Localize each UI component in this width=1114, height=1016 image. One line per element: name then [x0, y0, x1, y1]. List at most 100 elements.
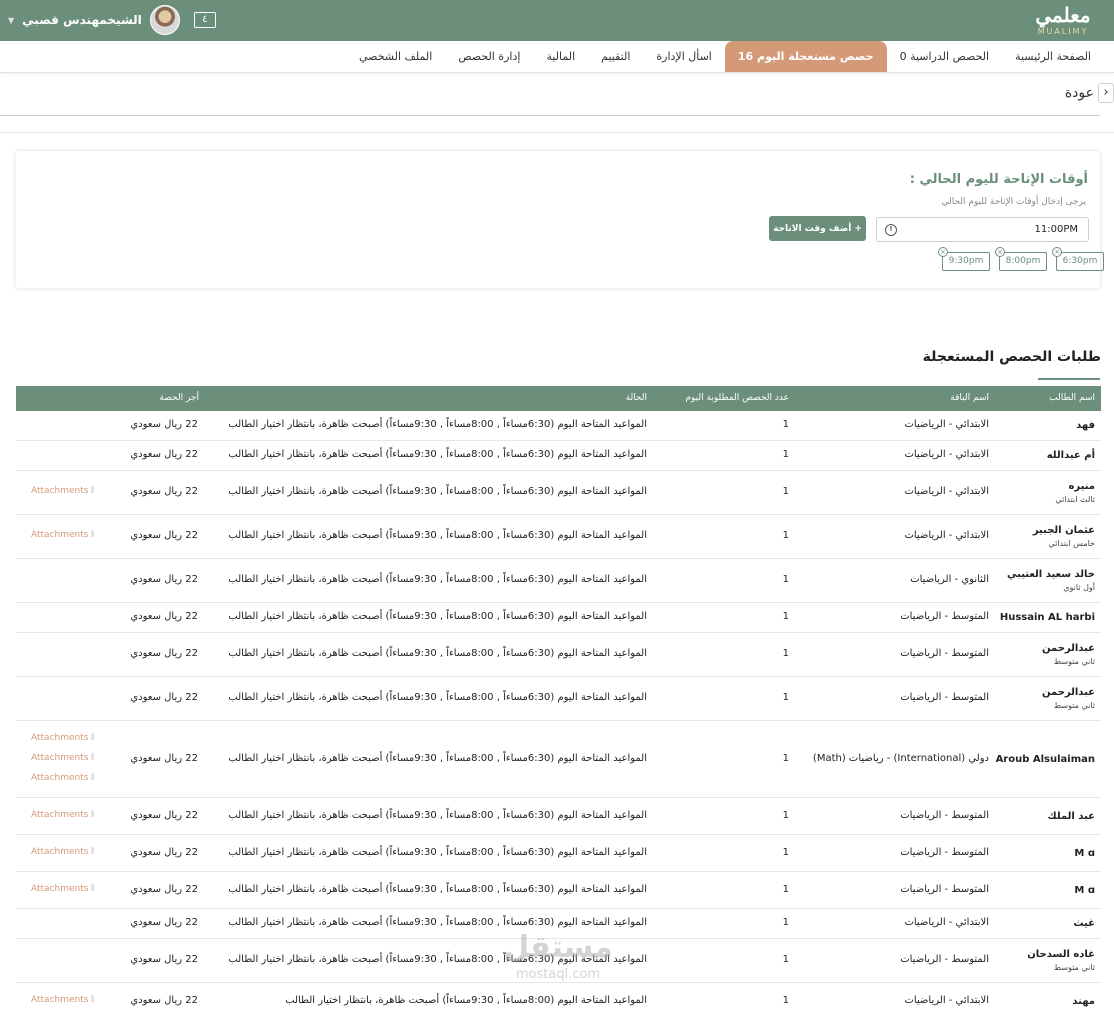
tab-2[interactable]: حصص مستعجلة اليوم 16	[724, 41, 887, 72]
package-cell: المتوسط - الرياضيات	[900, 954, 989, 965]
attachments-link[interactable]: Attachments ⫴	[31, 486, 94, 496]
avatar[interactable]	[149, 5, 180, 35]
availability-card: أوقات الإتاحة لليوم الحالي : يرجى إدخال …	[16, 151, 1104, 288]
attachments-link[interactable]: Attachments ⫴	[31, 847, 94, 857]
user-name[interactable]: الشيخمهندس قصبي	[22, 13, 142, 27]
table-row[interactable]: Hussain AL harbi المتوسط - الرياضيات 1 المو…	[16, 603, 1101, 633]
tab-4[interactable]: التقييم	[588, 41, 643, 72]
count-cell: 1	[782, 994, 789, 1006]
logo-text-en: MUALIMY	[1037, 27, 1089, 36]
status-cell: المواعيد المتاحة اليوم (6:30مساءاً , 8:0…	[228, 752, 647, 764]
time-chip-label: 8:00pm	[1005, 256, 1041, 266]
table-row[interactable]: غاده السدحان ثاني متوسط المتوسط - الرياضيا…	[16, 939, 1101, 983]
add-availability-button[interactable]: + أضف وقت الاتاحة	[769, 216, 866, 241]
count-cell: 1	[782, 449, 789, 460]
attachments-link[interactable]: Attachments ⫴	[31, 530, 94, 540]
table-row[interactable]: عبدالرحمن ثاني متوسط المتوسط - الرياضيات 1 ا…	[16, 677, 1101, 721]
time-chip-label: 9:30pm	[948, 256, 984, 266]
time-chip[interactable]: × 9:30pm	[938, 247, 990, 271]
attachments-label: Attachments	[31, 846, 89, 857]
tab-6[interactable]: إدارة الحصص	[445, 41, 533, 72]
attachments-link[interactable]: Attachments ⫴	[31, 884, 94, 894]
table-row[interactable]: منيره ثالث ابتدائي الابتدائي - الرياضيات 1 ا…	[16, 471, 1101, 515]
attachments-link[interactable]: Attachments ⫴	[31, 753, 94, 763]
site-logo[interactable]: معلمي MUALIMY	[1024, 3, 1102, 37]
student-grade: خامس ابتدائي	[1048, 539, 1095, 548]
table-row[interactable]: خالد سعيد العتيبي أول ثانوي الثانوي - الري…	[16, 559, 1101, 603]
student-cell: غاده السدحان ثاني متوسط	[1027, 948, 1095, 974]
close-icon[interactable]: ×	[938, 247, 948, 257]
col-student: اسم الطالب	[1049, 393, 1095, 403]
chevron-left-icon[interactable]: ‹	[1098, 83, 1114, 103]
table-row[interactable]: M ɑ المتوسط - الرياضيات 1 المواعيد المتاحة …	[16, 872, 1101, 909]
status-cell: المواعيد المتاحة اليوم (6:30مساءاً , 8:0…	[228, 954, 647, 965]
student-cell: عثمان الجبير خامس ابتدائي	[1033, 524, 1095, 550]
student-name: عبد الملك	[1047, 810, 1095, 822]
attachments-label: Attachments	[31, 994, 89, 1005]
attachments-link[interactable]: Attachments ⫴	[31, 773, 94, 783]
table-row[interactable]: أم عبدالله الابتدائي - الرياضيات 1 المواعيد…	[16, 441, 1101, 471]
paperclip-icon: ⫴	[90, 486, 95, 496]
student-cell: فهد	[1076, 419, 1095, 433]
time-chip[interactable]: × 8:00pm	[995, 247, 1047, 271]
attachments-link[interactable]: Attachments ⫴	[31, 995, 94, 1005]
table-row[interactable]: فهد الابتدائي - الرياضيات 1 المواعيد المتاح…	[16, 411, 1101, 441]
col-status: الحالة	[625, 393, 647, 403]
attachments-link[interactable]: Attachments ⫴	[31, 733, 94, 743]
tab-5[interactable]: المالية	[533, 41, 588, 72]
table-row[interactable]: Aroub Alsulaiman دولي (International) - ر…	[16, 721, 1101, 798]
attachments-label: Attachments	[31, 752, 89, 763]
student-name: مهند	[1072, 995, 1095, 1007]
tab-0[interactable]: الصفحة الرئيسية	[1002, 41, 1104, 72]
plus-icon: +	[854, 223, 862, 234]
status-cell: المواعيد المتاحة اليوم (6:30مساءاً , 8:0…	[228, 449, 647, 460]
package-cell: الابتدائي - الرياضيات	[904, 530, 989, 541]
count-cell: 1	[782, 648, 789, 659]
fee-cell: 22 ريال سعودي	[130, 846, 198, 858]
chevron-down-icon[interactable]: ▼	[8, 16, 14, 25]
fee-cell: 22 ريال سعودي	[130, 994, 198, 1006]
user-menu[interactable]: ▼ الشيخمهندس قصبي ٤	[8, 4, 216, 36]
status-cell: المواعيد المتاحة اليوم (6:30مساءاً , 8:0…	[228, 846, 647, 858]
student-cell: غيث	[1074, 917, 1096, 931]
fee-cell: 22 ريال سعودي	[130, 954, 198, 965]
student-name: منيره	[1068, 481, 1095, 492]
time-input-value[interactable]: 11:00PM	[1035, 224, 1078, 235]
count-cell: 1	[782, 883, 789, 895]
student-name: غيث	[1073, 918, 1096, 929]
table-row[interactable]: عبدالرحمن ثاني متوسط المتوسط - الرياضيات 1 ا…	[16, 633, 1101, 677]
tab-1[interactable]: الحصص الدراسية 0	[887, 41, 1003, 72]
student-cell: M ɑ	[1074, 847, 1095, 861]
time-chip[interactable]: × 6:30pm	[1052, 247, 1104, 271]
count-cell: 1	[782, 954, 789, 965]
student-name: M ɑ	[1074, 847, 1095, 859]
student-cell: مهند	[1072, 995, 1095, 1009]
tab-7[interactable]: الملف الشخصي	[346, 41, 445, 72]
table-row[interactable]: عبد الملك المتوسط - الرياضيات 1 المواعيد ال…	[16, 798, 1101, 835]
count-cell: 1	[782, 692, 789, 703]
col-package: اسم الباقة	[950, 393, 989, 403]
table-row[interactable]: مهند الابتدائي - الرياضيات 1 المواعيد المتا…	[16, 983, 1101, 1016]
back-label[interactable]: عودة	[1065, 85, 1094, 101]
table-row[interactable]: M ɑ المتوسط - الرياضيات 1 المواعيد المتاحة …	[16, 835, 1101, 872]
student-name: فهد	[1076, 420, 1095, 431]
back-link[interactable]: ‹ عودة	[1065, 82, 1114, 104]
table-row[interactable]: عثمان الجبير خامس ابتدائي الابتدائي - الري…	[16, 515, 1101, 559]
count-cell: 1	[782, 486, 789, 497]
student-grade: ثالث ابتدائي	[1055, 495, 1095, 504]
close-icon[interactable]: ×	[995, 247, 1005, 257]
notifications-badge[interactable]: ٤	[193, 12, 216, 28]
tab-3[interactable]: اسأل الإدارة	[643, 41, 724, 72]
title-underline	[1038, 378, 1100, 380]
table-row[interactable]: غيث الابتدائي - الرياضيات 1 المواعيد المتاح…	[16, 909, 1101, 939]
availability-chips: × 6:30pm × 8:00pm × 9:30pm	[924, 247, 1104, 272]
student-grade: أول ثانوي	[1063, 583, 1095, 592]
attachments-link[interactable]: Attachments ⫴	[31, 810, 94, 820]
fee-cell: 22 ريال سعودي	[130, 917, 198, 928]
paperclip-icon: ⫴	[90, 809, 95, 820]
time-input[interactable]: ! 11:00PM	[876, 217, 1089, 242]
paperclip-icon: ⫴	[90, 846, 95, 857]
close-icon[interactable]: ×	[1052, 247, 1062, 257]
add-availability-label: أضف وقت الاتاحة	[773, 223, 852, 234]
fee-cell: 22 ريال سعودي	[130, 752, 198, 764]
